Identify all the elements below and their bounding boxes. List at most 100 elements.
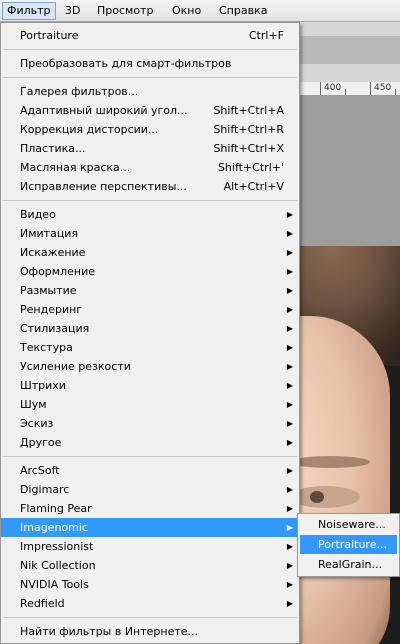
menu-item-pixelate[interactable]: Оформление ▶ (1, 262, 299, 281)
menu-separator (3, 49, 297, 50)
menu-item-sketch[interactable]: Эскиз ▶ (1, 414, 299, 433)
shortcut-text: Shift+Ctrl+X (213, 142, 284, 155)
menu-window[interactable]: Окно (168, 2, 205, 20)
shortcut-text: Shift+Ctrl+A (213, 104, 284, 117)
menu-item-video[interactable]: Видео ▶ (1, 205, 299, 224)
menu-item-label: Масляная краска... (20, 161, 131, 174)
menu-item-liquify[interactable]: Пластика... Shift+Ctrl+X (1, 139, 299, 158)
menu-item-label: Пластика... (20, 142, 86, 155)
menu-view[interactable]: Просмотр (93, 2, 157, 20)
menu-item-sharpen[interactable]: Усиление резкости ▶ (1, 357, 299, 376)
shortcut-text: Alt+Ctrl+V (223, 180, 284, 193)
menu-item-flaming-pear[interactable]: Flaming Pear ▶ (1, 499, 299, 518)
submenu-arrow-icon: ▶ (286, 542, 293, 551)
menu-item-label: Исправление перспективы... (20, 180, 187, 193)
menu-item-label: Digimarc (20, 483, 70, 496)
ruler-mark-450: 450 (374, 83, 392, 93)
submenu-arrow-icon: ▶ (286, 438, 293, 447)
submenu-arrow-icon: ▶ (286, 381, 293, 390)
menu-item-noise[interactable]: Шум ▶ (1, 395, 299, 414)
menu-item-label: Текстура (20, 341, 73, 354)
menu-item-distort[interactable]: Искажение ▶ (1, 243, 299, 262)
submenu-arrow-icon: ▶ (286, 580, 293, 589)
menu-item-label: Имитация (20, 227, 79, 240)
menu-item-label: Коррекция дисторсии... (20, 123, 159, 136)
submenu-arrow-icon: ▶ (286, 400, 293, 409)
submenu-arrow-icon: ▶ (286, 267, 293, 276)
menu-item-impressionist[interactable]: Impressionist ▶ (1, 537, 299, 556)
submenu-item-portraiture[interactable]: Portraiture... (300, 535, 397, 554)
menu-item-imagenomic[interactable]: Imagenomic ▶ (1, 518, 299, 537)
menu-item-label: Portraiture (20, 29, 79, 42)
submenu-arrow-icon: ▶ (286, 362, 293, 371)
menu-item-label: Искажение (20, 246, 86, 259)
menu-separator (3, 77, 297, 78)
shortcut-text: Shift+Ctrl+R (213, 123, 284, 136)
menu-item-label: Преобразовать для смарт-фильтров (20, 57, 232, 70)
menu-item-label: Стилизация (20, 322, 90, 335)
menu-filter[interactable]: Фильтр (2, 2, 56, 20)
submenu-arrow-icon: ▶ (286, 324, 293, 333)
menu-item-label: Найти фильтры в Интернете... (20, 625, 199, 638)
menu-item-label: Адаптивный широкий угол... (20, 104, 188, 117)
menu-item-last-filter[interactable]: Portraiture Ctrl+F (1, 26, 299, 45)
menu-item-digimarc[interactable]: Digimarc ▶ (1, 480, 299, 499)
menu-separator (3, 456, 297, 457)
submenu-arrow-icon: ▶ (286, 599, 293, 608)
menu-item-label: Штрихи (20, 379, 66, 392)
menu-item-browse-filters-online[interactable]: Найти фильтры в Интернете... (1, 622, 299, 641)
submenu-arrow-icon: ▶ (286, 343, 293, 352)
menu-item-label: Imagenomic (20, 521, 88, 534)
menu-item-brush-strokes[interactable]: Штрихи ▶ (1, 376, 299, 395)
menu-item-adaptive-wide-angle[interactable]: Адаптивный широкий угол... Shift+Ctrl+A (1, 101, 299, 120)
ruler-tick (370, 82, 371, 95)
menu-item-label: Видео (20, 208, 56, 221)
ruler-tick (395, 89, 396, 95)
menu-item-nvidia-tools[interactable]: NVIDIA Tools ▶ (1, 575, 299, 594)
menu-item-other[interactable]: Другое ▶ (1, 433, 299, 452)
submenu-arrow-icon: ▶ (286, 229, 293, 238)
menu-item-label: Impressionist (20, 540, 94, 553)
submenu-item-realgrain[interactable]: RealGrain... (300, 555, 397, 574)
menu-item-artistic[interactable]: Имитация ▶ (1, 224, 299, 243)
menu-item-label: Flaming Pear (20, 502, 92, 515)
menu-item-label: Усиление резкости (20, 360, 131, 373)
menu-item-label: Размытие (20, 284, 77, 297)
submenu-arrow-icon: ▶ (286, 286, 293, 295)
menu-help[interactable]: Справка (215, 2, 271, 20)
menu-item-redfield[interactable]: Redfield ▶ (1, 594, 299, 613)
imagenomic-submenu: Noiseware... Portraiture... RealGrain... (297, 513, 400, 577)
submenu-arrow-icon: ▶ (286, 210, 293, 219)
submenu-arrow-icon: ▶ (286, 466, 293, 475)
photo-face (300, 316, 390, 644)
submenu-arrow-icon: ▶ (286, 485, 293, 494)
menu-item-label: Шум (20, 398, 47, 411)
menu-item-convert-smart-filters[interactable]: Преобразовать для смарт-фильтров (1, 54, 299, 73)
menu-item-label: Nik Collection (20, 559, 96, 572)
menu-item-label: Оформление (20, 265, 95, 278)
canvas-photo[interactable] (300, 246, 400, 644)
menu-item-blur[interactable]: Размытие ▶ (1, 281, 299, 300)
menu-item-lens-correction[interactable]: Коррекция дисторсии... Shift+Ctrl+R (1, 120, 299, 139)
menu-item-oil-paint[interactable]: Масляная краска... Shift+Ctrl+' (1, 158, 299, 177)
menu-item-arcsoft[interactable]: ArcSoft ▶ (1, 461, 299, 480)
ruler-tick (320, 82, 321, 95)
submenu-item-noiseware[interactable]: Noiseware... (300, 515, 397, 534)
menu-item-label: NVIDIA Tools (20, 578, 89, 591)
menu-item-nik-collection[interactable]: Nik Collection ▶ (1, 556, 299, 575)
menu-item-stylize[interactable]: Стилизация ▶ (1, 319, 299, 338)
menu-item-vanishing-point[interactable]: Исправление перспективы... Alt+Ctrl+V (1, 177, 299, 196)
menu-item-texture[interactable]: Текстура ▶ (1, 338, 299, 357)
menu-separator (3, 200, 297, 201)
submenu-arrow-icon: ▶ (286, 504, 293, 513)
submenu-arrow-icon: ▶ (286, 419, 293, 428)
submenu-arrow-icon: ▶ (286, 523, 293, 532)
menu-item-render[interactable]: Рендеринг ▶ (1, 300, 299, 319)
filter-menu: Portraiture Ctrl+F Преобразовать для сма… (0, 22, 300, 644)
canvas-pasteboard (300, 96, 400, 246)
menu-item-filter-gallery[interactable]: Галерея фильтров... (1, 82, 299, 101)
shortcut-text: Ctrl+F (248, 29, 284, 42)
menu-3d[interactable]: 3D (61, 2, 84, 20)
ruler-tick (345, 89, 346, 95)
menu-item-label: ArcSoft (20, 464, 60, 477)
